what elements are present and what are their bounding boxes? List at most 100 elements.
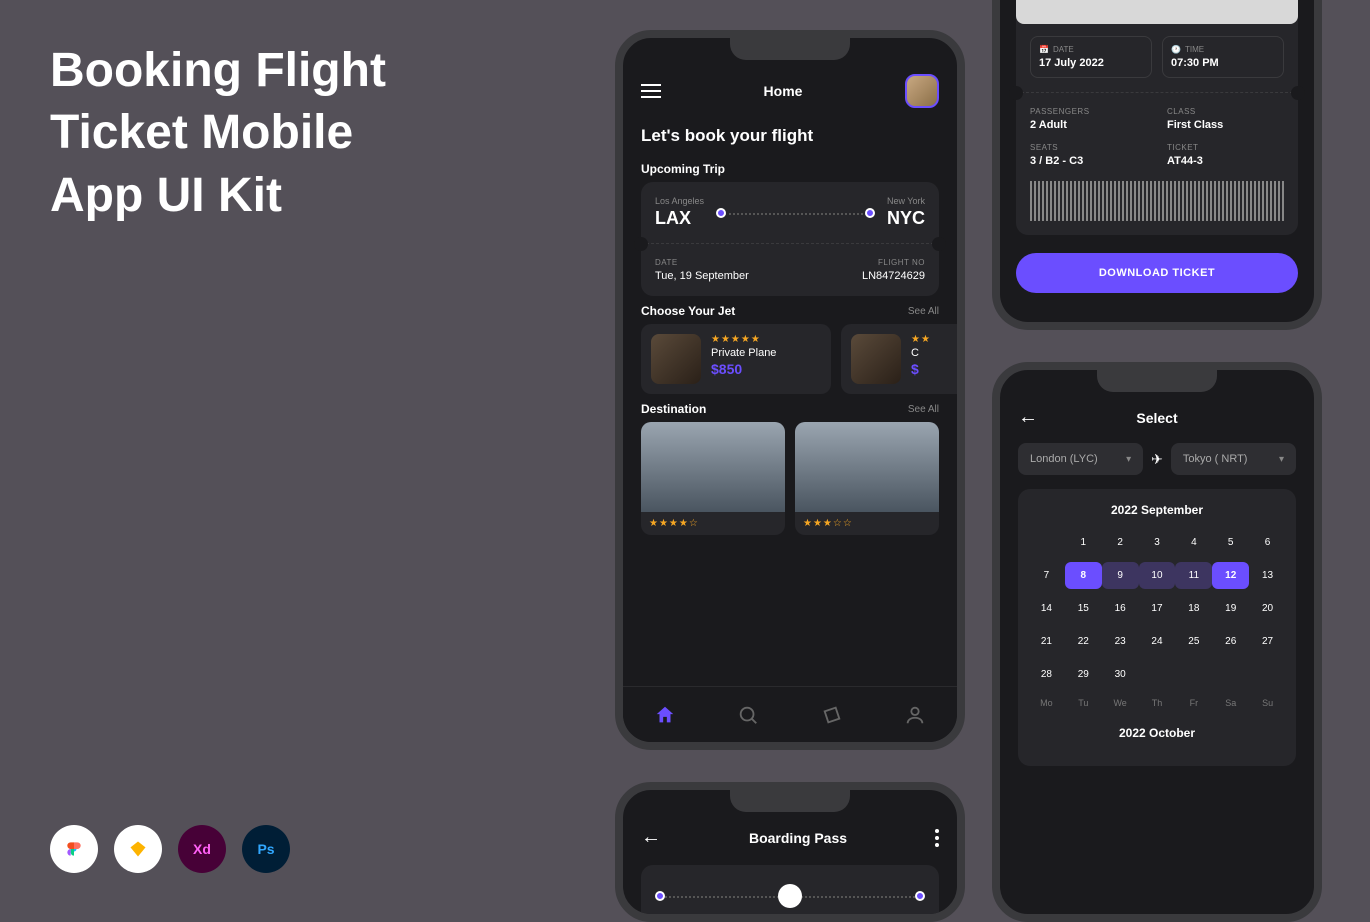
calendar-day[interactable]: 8 xyxy=(1065,562,1102,589)
calendar-day[interactable]: 18 xyxy=(1175,595,1212,622)
passengers-val: 2 Adult xyxy=(1030,119,1147,131)
calendar-day xyxy=(1139,661,1176,688)
map-preview xyxy=(1016,0,1298,24)
dest-image xyxy=(795,422,939,512)
jet-card[interactable]: ★★C$ xyxy=(841,324,957,394)
to-select[interactable]: Tokyo ( NRT)▾ xyxy=(1171,443,1296,475)
calendar-day[interactable]: 28 xyxy=(1028,661,1065,688)
calendar-day[interactable]: 24 xyxy=(1139,628,1176,655)
calendar-day[interactable]: 10 xyxy=(1139,562,1176,589)
time-box: 🕐TIME07:30 PM xyxy=(1162,36,1284,78)
calendar-day[interactable]: 25 xyxy=(1175,628,1212,655)
back-icon[interactable]: ← xyxy=(641,826,661,849)
phone-home: Home Let's book your flight Upcoming Tri… xyxy=(615,30,965,750)
dest-card[interactable]: ★★★☆☆ xyxy=(795,422,939,535)
download-button[interactable]: DOWNLOAD TICKET xyxy=(1016,253,1298,293)
nav-ticket-icon[interactable] xyxy=(820,703,844,727)
dow-label: Su xyxy=(1249,688,1286,712)
ticket-time: 07:30 PM xyxy=(1171,57,1275,69)
calendar-day[interactable]: 27 xyxy=(1249,628,1286,655)
star-icons: ★★★★★ xyxy=(711,334,776,345)
calendar-day[interactable]: 5 xyxy=(1212,529,1249,556)
seats-label: SEATS xyxy=(1030,143,1147,152)
calendar-day xyxy=(1175,661,1212,688)
route-line: ✈ xyxy=(655,881,925,911)
calendar-day[interactable]: 19 xyxy=(1212,595,1249,622)
boarding-card: ✈ 1hr 30min xyxy=(641,865,939,922)
dow-label: Th xyxy=(1139,688,1176,712)
duration: 1hr 30min xyxy=(655,917,925,922)
calendar-day[interactable]: 4 xyxy=(1175,529,1212,556)
jet-card[interactable]: ★★★★★Private Plane$850 xyxy=(641,324,831,394)
bottom-nav xyxy=(623,686,957,742)
page-heading: Let's book your flight xyxy=(623,118,957,154)
back-icon[interactable]: ← xyxy=(1018,406,1038,429)
nav-profile-icon[interactable] xyxy=(903,703,927,727)
xd-icon: Xd xyxy=(178,825,226,873)
from-code: LAX xyxy=(655,208,704,229)
dest-card[interactable]: ★★★★☆ xyxy=(641,422,785,535)
to-code: NYC xyxy=(887,208,925,229)
nav-home-icon[interactable] xyxy=(653,703,677,727)
jets-label: Choose Your Jet xyxy=(641,304,735,318)
see-all-jets[interactable]: See All xyxy=(908,306,939,317)
nav-search-icon[interactable] xyxy=(736,703,760,727)
jet-image xyxy=(651,334,701,384)
phone-select: ← Select London (LYC)▾ ✈ Tokyo ( NRT)▾ 2… xyxy=(992,362,1322,922)
trip-card[interactable]: Los AngelesLAX New YorkNYC DATETue, 19 S… xyxy=(641,182,939,296)
trip-date: Tue, 19 September xyxy=(655,270,749,282)
clock-icon: 🕐 xyxy=(1171,45,1181,54)
calendar-day[interactable]: 17 xyxy=(1139,595,1176,622)
figma-icon xyxy=(50,825,98,873)
star-icons: ★★★★☆ xyxy=(641,512,785,535)
see-all-dest[interactable]: See All xyxy=(908,404,939,415)
jet-name: C xyxy=(911,347,931,359)
calendar-day[interactable]: 12 xyxy=(1212,562,1249,589)
calendar-day[interactable]: 23 xyxy=(1102,628,1139,655)
calendar-day[interactable]: 15 xyxy=(1065,595,1102,622)
calendar-day[interactable]: 29 xyxy=(1065,661,1102,688)
plane-icon: ✈ xyxy=(1151,451,1163,468)
menu-icon[interactable] xyxy=(641,84,661,98)
calendar-day[interactable]: 20 xyxy=(1249,595,1286,622)
calendar-day xyxy=(1249,661,1286,688)
from-select[interactable]: London (LYC)▾ xyxy=(1018,443,1143,475)
from-city: Los Angeles xyxy=(655,196,704,206)
chevron-down-icon: ▾ xyxy=(1279,454,1284,465)
calendar-day[interactable]: 16 xyxy=(1102,595,1139,622)
class-label: CLASS xyxy=(1167,107,1284,116)
calendar-day[interactable]: 14 xyxy=(1028,595,1065,622)
dow-label: Mo xyxy=(1028,688,1065,712)
seats-val: 3 / B2 - C3 xyxy=(1030,155,1147,167)
screen-title: Home xyxy=(764,83,803,99)
dest-image xyxy=(641,422,785,512)
calendar-day[interactable]: 3 xyxy=(1139,529,1176,556)
calendar-day[interactable]: 11 xyxy=(1175,562,1212,589)
ticket-date: 17 July 2022 xyxy=(1039,57,1143,69)
ps-icon: Ps xyxy=(242,825,290,873)
calendar-day[interactable]: 26 xyxy=(1212,628,1249,655)
dest-label: Destination xyxy=(641,402,706,416)
jet-price: $ xyxy=(911,361,931,377)
calendar-day[interactable]: 21 xyxy=(1028,628,1065,655)
calendar-day[interactable]: 2 xyxy=(1102,529,1139,556)
jets-list: ★★★★★Private Plane$850 ★★C$ xyxy=(623,324,957,394)
flight-no: LN84724629 xyxy=(862,270,925,282)
jet-image xyxy=(851,334,901,384)
screen-title: Select xyxy=(1136,410,1177,426)
date-box: 📅DATE17 July 2022 xyxy=(1030,36,1152,78)
calendar-day[interactable]: 1 xyxy=(1065,529,1102,556)
calendar-day[interactable]: 7 xyxy=(1028,562,1065,589)
calendar-day[interactable]: 9 xyxy=(1102,562,1139,589)
sketch-icon xyxy=(114,825,162,873)
calendar-day[interactable]: 13 xyxy=(1249,562,1286,589)
phone-boarding: ← Boarding Pass ✈ 1hr 30min xyxy=(615,782,965,922)
dow-label: We xyxy=(1102,688,1139,712)
calendar-day[interactable]: 22 xyxy=(1065,628,1102,655)
more-icon[interactable] xyxy=(935,829,939,847)
calendar-day[interactable]: 6 xyxy=(1249,529,1286,556)
class-val: First Class xyxy=(1167,119,1284,131)
calendar-day[interactable]: 30 xyxy=(1102,661,1139,688)
avatar[interactable] xyxy=(905,74,939,108)
chevron-down-icon: ▾ xyxy=(1126,454,1131,465)
